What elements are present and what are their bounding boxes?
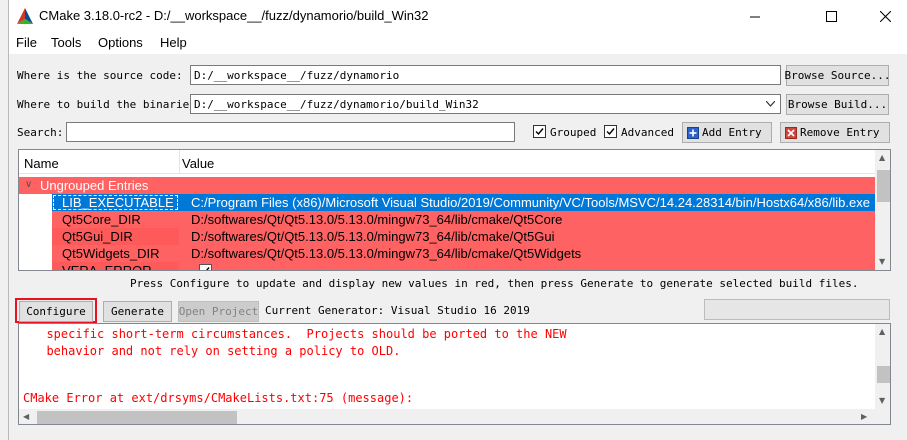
row-name: LIB_EXECUTABLE [62, 195, 174, 210]
scroll-down-icon[interactable]: ▼ [879, 396, 885, 405]
menu-tools[interactable]: Tools [51, 35, 81, 50]
table-header: Name Value [19, 150, 875, 174]
close-icon [879, 10, 891, 22]
group-row[interactable]: ∨ Ungrouped Entries [19, 177, 875, 194]
table-row[interactable]: Qt5Gui_DIR D:/softwares/Qt/Qt5.13.0/5.13… [52, 228, 875, 245]
checkmark-icon [206, 267, 210, 270]
grouped-checkbox[interactable] [533, 125, 546, 138]
minimize-icon [749, 16, 760, 17]
hint-text: Press Configure to update and display ne… [130, 277, 859, 290]
table-row[interactable]: Qt5Core_DIR D:/softwares/Qt/Qt5.13.0/5.1… [52, 211, 875, 228]
add-entry-button[interactable]: Add Entry [682, 122, 772, 143]
add-entry-label: Add Entry [702, 126, 762, 139]
row-value: D:/softwares/Qt/Qt5.13.0/5.13.0/mingw73_… [191, 212, 563, 227]
source-path-label: Where is the source code: [17, 69, 183, 82]
row-value: D:/softwares/Qt/Qt5.13.0/5.13.0/mingw73_… [191, 246, 582, 261]
menu-help[interactable]: Help [160, 35, 187, 50]
log-vertical-scrollbar[interactable]: ▲ ▼ [875, 324, 890, 409]
output-log[interactable]: specific short-term circumstances. Proje… [18, 323, 891, 425]
row-name: Qt5Core_DIR [62, 212, 141, 227]
row-name: Qt5Gui_DIR [62, 229, 133, 244]
close-button[interactable] [862, 0, 907, 32]
column-header-name[interactable]: Name [24, 156, 59, 171]
cmake-window: CMake 3.18.0-rc2 - D:/__workspace__/fuzz… [8, 0, 907, 440]
build-path-combobox[interactable]: D:/__workspace__/fuzz/dynamorio/build_Wi… [190, 94, 781, 114]
open-project-button[interactable]: Open Project [178, 301, 259, 322]
maximize-icon [825, 10, 837, 22]
checkmark-icon [535, 128, 544, 136]
progress-bar [704, 299, 890, 320]
menu-file[interactable]: File [16, 35, 37, 50]
cache-table[interactable]: Name Value ∨ Ungrouped Entries LIB_EXECU… [18, 149, 891, 271]
group-label: Ungrouped Entries [40, 178, 149, 193]
row-value: D:/softwares/Qt/Qt5.13.0/5.13.0/mingw73_… [191, 229, 555, 244]
table-vertical-scrollbar[interactable]: ▲ ▼ [875, 150, 890, 270]
table-row[interactable]: LIB_EXECUTABLE C:/Program Files (x86)/Mi… [52, 194, 875, 211]
scrollbar-thumb[interactable] [877, 366, 890, 383]
remove-entry-button[interactable]: Remove Entry [780, 122, 890, 143]
advanced-checkbox[interactable] [604, 125, 617, 138]
grouped-label: Grouped [550, 126, 597, 139]
scrollbar-thumb[interactable] [877, 170, 890, 202]
chevron-down-icon[interactable]: ∨ [25, 179, 32, 190]
cell-value [179, 262, 875, 270]
build-path-value: D:/__workspace__/fuzz/dynamorio/build_Wi… [194, 98, 479, 111]
row-name: VERA_ERROR [62, 263, 152, 271]
scroll-up-icon[interactable]: ▲ [879, 153, 885, 162]
generate-button[interactable]: Generate [103, 301, 172, 322]
log-horizontal-scrollbar[interactable]: ◀ ▶ [19, 409, 875, 424]
browse-build-button[interactable]: Browse Build... [786, 94, 889, 115]
source-path-input[interactable]: D:/__workspace__/fuzz/dynamorio [190, 65, 781, 85]
minimize-button[interactable] [732, 0, 778, 32]
menu-options[interactable]: Options [98, 35, 143, 50]
chevron-down-icon[interactable] [766, 101, 775, 107]
scroll-left-icon[interactable]: ◀ [23, 412, 29, 421]
window-title: CMake 3.18.0-rc2 - D:/__workspace__/fuzz… [39, 8, 429, 23]
log-line: specific short-term circumstances. Proje… [32, 327, 567, 341]
row-value-checkbox[interactable] [199, 264, 212, 270]
log-line: CMake Error at ext/drsyms/CMakeLists.txt… [23, 391, 414, 405]
remove-icon [785, 126, 797, 139]
scroll-down-icon[interactable]: ▼ [879, 257, 885, 266]
advanced-label: Advanced [621, 126, 674, 139]
build-path-label: Where to build the binaries: [17, 98, 203, 111]
table-row[interactable]: VERA_ERROR [52, 262, 875, 271]
maximize-button[interactable] [808, 0, 854, 32]
column-separator[interactable] [179, 150, 180, 174]
current-generator-label: Current Generator: Visual Studio 16 2019 [265, 304, 530, 317]
configure-button[interactable]: Configure [19, 301, 93, 322]
cmake-logo-icon [17, 8, 33, 24]
scrollbar-thumb[interactable] [37, 411, 237, 424]
search-label: Search: [17, 126, 64, 139]
title-bar[interactable]: CMake 3.18.0-rc2 - D:/__workspace__/fuzz… [9, 0, 907, 32]
search-input[interactable] [66, 122, 515, 142]
table-row[interactable]: Qt5Widgets_DIR D:/softwares/Qt/Qt5.13.0/… [52, 245, 875, 262]
remove-entry-label: Remove Entry [800, 126, 880, 139]
browse-source-button[interactable]: Browse Source... [785, 65, 890, 86]
column-header-value[interactable]: Value [182, 156, 214, 171]
plus-icon [687, 126, 699, 139]
menu-bar: File Tools Options Help [9, 32, 907, 54]
scroll-up-icon[interactable]: ▲ [879, 327, 885, 336]
checkmark-icon [606, 128, 615, 136]
scrollbar-corner [875, 409, 890, 424]
log-line: behavior and not rely on setting a polic… [32, 344, 401, 358]
background-window-edge [0, 0, 8, 440]
row-name: Qt5Widgets_DIR [62, 246, 160, 261]
scroll-right-icon[interactable]: ▶ [861, 412, 867, 421]
row-value: C:/Program Files (x86)/Microsoft Visual … [191, 195, 870, 210]
